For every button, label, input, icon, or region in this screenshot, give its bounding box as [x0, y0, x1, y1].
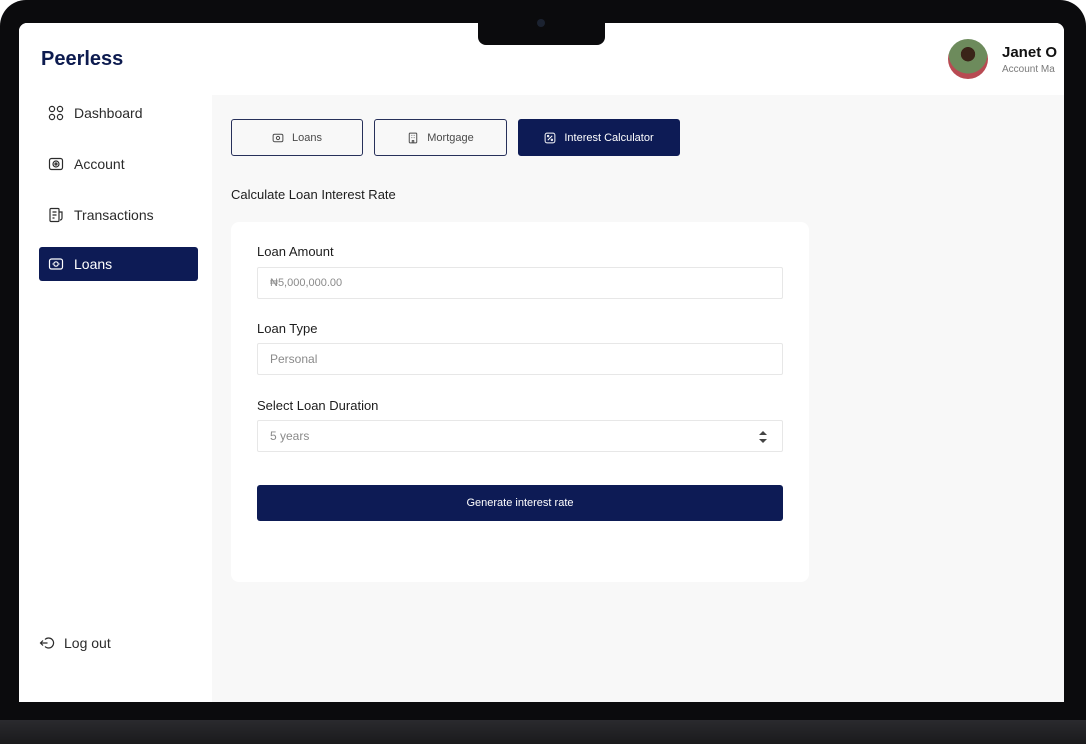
user-role: Account Ma — [1002, 64, 1055, 75]
building-icon — [409, 132, 418, 143]
brand-logo: Peerless — [41, 48, 124, 70]
loan-duration-select[interactable]: 5 years — [257, 420, 783, 452]
app-screen: Janet O Account Ma Peerless Dashboard Ac… — [19, 23, 1064, 702]
section-title: Calculate Loan Interest Rate — [231, 187, 396, 202]
logout-label: Log out — [64, 635, 111, 651]
sidebar-item-dashboard[interactable]: Dashboard — [39, 96, 198, 130]
sidebar-item-transactions[interactable]: Transactions — [39, 198, 198, 232]
interest-calculator-card: Loan Amount ₦5,000,000.00 Loan Type Pers… — [231, 222, 809, 582]
tab-label: Mortgage — [427, 131, 474, 144]
loan-duration-value: 5 years — [270, 429, 310, 443]
loans-cash-icon — [48, 258, 64, 270]
generate-interest-rate-button[interactable]: Generate interest rate — [257, 485, 783, 521]
loan-type-input[interactable]: Personal — [257, 343, 783, 375]
logout-button[interactable]: Log out — [39, 631, 111, 655]
user-name: Janet O — [1002, 44, 1058, 61]
cash-icon — [272, 133, 284, 142]
transactions-icon — [49, 207, 63, 223]
select-stepper-icon — [759, 431, 767, 443]
sidebar-item-label: Account — [74, 156, 125, 172]
logout-icon — [39, 637, 55, 649]
loan-amount-input[interactable]: ₦5,000,000.00 — [257, 267, 783, 299]
top-header — [212, 23, 1064, 95]
tab-label: Loans — [292, 131, 322, 144]
sidebar-item-label: Loans — [74, 256, 113, 272]
account-icon — [48, 157, 64, 171]
tab-interest-calculator[interactable]: Interest Calculator — [518, 119, 680, 156]
camera-icon — [537, 19, 545, 27]
sidebar-item-loans[interactable]: Loans — [39, 247, 198, 281]
sidebar: Peerless Dashboard Account Transactions … — [19, 23, 212, 702]
dashboard-grid-icon — [48, 105, 64, 121]
loan-type-label: Loan Type — [257, 321, 318, 336]
sidebar-item-label: Dashboard — [74, 105, 143, 121]
percent-icon — [544, 132, 556, 143]
sidebar-item-label: Transactions — [74, 207, 154, 223]
tab-loans[interactable]: Loans — [231, 119, 363, 156]
loan-amount-label: Loan Amount — [257, 244, 334, 259]
sidebar-item-account[interactable]: Account — [39, 147, 198, 181]
tab-label: Interest Calculator — [564, 131, 654, 144]
tab-mortgage[interactable]: Mortgage — [374, 119, 507, 156]
loan-duration-label: Select Loan Duration — [257, 398, 379, 413]
user-avatar[interactable] — [948, 39, 988, 79]
laptop-base — [0, 720, 1086, 744]
